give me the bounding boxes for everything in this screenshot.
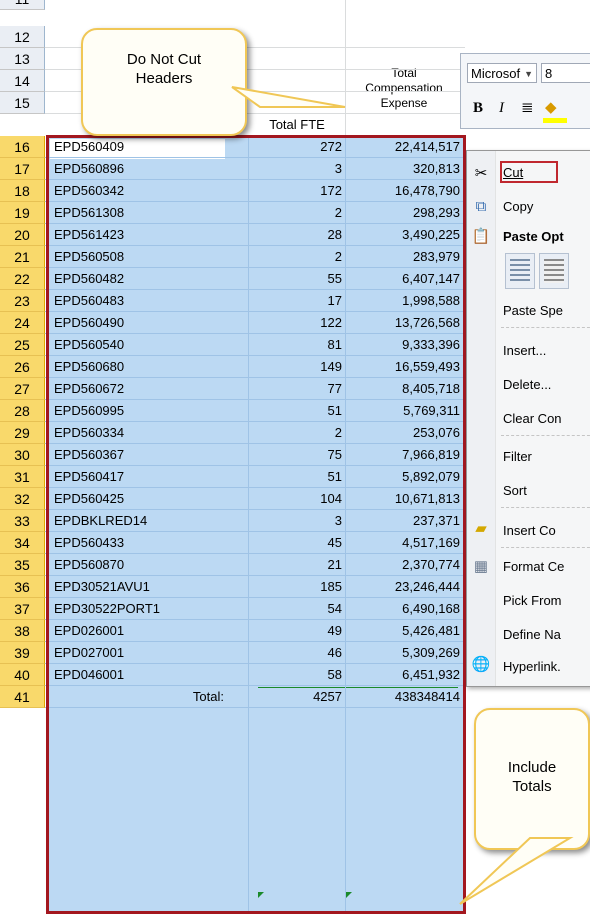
- row-header[interactable]: 30: [0, 444, 45, 466]
- callout-pointer: [231, 86, 346, 108]
- menu-item-clear-contents[interactable]: Clear Con: [503, 409, 562, 429]
- header-line: Compensation: [365, 81, 443, 95]
- row-header[interactable]: 27: [0, 378, 45, 400]
- row-header[interactable]: 13: [0, 48, 45, 70]
- menu-item-sort[interactable]: Sort: [503, 481, 527, 501]
- font-name-box[interactable]: Microsof ▼: [467, 63, 537, 83]
- row-header[interactable]: 31: [0, 466, 45, 488]
- context-menu: ✂ Cut ⧉ Copy 📋 Paste Opt Paste Spe Inser…: [466, 150, 590, 687]
- mini-toolbar: Microsof ▼ 8 B I ≣ ◆: [460, 53, 590, 129]
- error-indicator-icon[interactable]: [258, 892, 264, 898]
- selection-border: [46, 135, 466, 914]
- callout-pointer: [459, 837, 574, 905]
- menu-item-define-name[interactable]: Define Na: [503, 625, 561, 645]
- format-cells-icon: ▦: [473, 558, 489, 575]
- center-align-icon[interactable]: ≣: [521, 98, 534, 118]
- menu-separator: [501, 435, 590, 436]
- cut-highlight: [500, 161, 558, 183]
- font-name: Microsof: [471, 66, 521, 81]
- row-header[interactable]: 20: [0, 224, 45, 246]
- row-header[interactable]: 24: [0, 312, 45, 334]
- paste-icon-lines: [544, 259, 564, 283]
- row-header[interactable]: 18: [0, 180, 45, 202]
- header-line: Expense: [380, 96, 428, 110]
- row-header[interactable]: 35: [0, 554, 45, 576]
- row-header[interactable]: 34: [0, 532, 45, 554]
- row-header[interactable]: 21: [0, 246, 45, 268]
- menu-separator: [501, 327, 590, 328]
- row-header[interactable]: 11: [0, 0, 45, 10]
- menu-item-format-cells[interactable]: Format Ce: [503, 557, 564, 577]
- scissors-icon: ✂: [474, 165, 488, 182]
- callout-include-totals: Include Totals: [474, 708, 590, 850]
- error-indicator-icon[interactable]: [346, 892, 352, 898]
- menu-item-insert[interactable]: Insert...: [503, 341, 546, 361]
- copy-icon: ⧉: [475, 198, 487, 215]
- hyperlink-icon: 🌐: [471, 656, 491, 673]
- row-header[interactable]: 22: [0, 268, 45, 290]
- row-header[interactable]: 38: [0, 620, 45, 642]
- row-header[interactable]: 17: [0, 158, 45, 180]
- callout-text: Do Not Cut: [126, 51, 202, 68]
- paste-values-icon[interactable]: [539, 253, 569, 289]
- callout-text: Include: [507, 759, 557, 776]
- row-header[interactable]: 41: [0, 686, 45, 708]
- menu-item-paste-special[interactable]: Paste Spe: [503, 301, 563, 321]
- menu-item-filter[interactable]: Filter: [503, 447, 532, 467]
- row-header[interactable]: 14: [0, 70, 45, 92]
- row-header[interactable]: 29: [0, 422, 45, 444]
- comment-icon: ▰: [475, 520, 487, 537]
- paste-formatting-icon[interactable]: [505, 253, 535, 289]
- menu-item-insert-comment[interactable]: Insert Co: [503, 521, 556, 541]
- paste-icon-lines: [510, 259, 530, 283]
- paste-icon: 📋: [471, 228, 491, 245]
- menu-separator: [501, 547, 590, 548]
- menu-item-delete[interactable]: Delete...: [503, 375, 551, 395]
- row-header[interactable]: 25: [0, 334, 45, 356]
- row-header[interactable]: 23: [0, 290, 45, 312]
- column-separator: [345, 0, 346, 136]
- font-size: 8: [545, 66, 553, 81]
- row-header[interactable]: 36: [0, 576, 45, 598]
- header-total-fte: Total FTE: [269, 117, 325, 132]
- callout-do-not-cut-headers: Do Not Cut Headers: [81, 28, 247, 136]
- row-header[interactable]: 15: [0, 92, 45, 114]
- row-header[interactable]: 28: [0, 400, 45, 422]
- menu-item-pick-from-list[interactable]: Pick From: [503, 591, 562, 611]
- header-total-compensation: Total Compensation Expense: [350, 66, 458, 111]
- font-size-box[interactable]: 8: [541, 63, 590, 83]
- callout-text: Headers: [135, 70, 193, 87]
- fill-color-icon[interactable]: ◆: [545, 98, 557, 118]
- row-header[interactable]: 12: [0, 26, 45, 48]
- row-header[interactable]: 26: [0, 356, 45, 378]
- row-header[interactable]: 37: [0, 598, 45, 620]
- menu-separator: [501, 507, 590, 508]
- bold-button[interactable]: B: [473, 98, 483, 118]
- row-header[interactable]: 39: [0, 642, 45, 664]
- fill-color-swatch: [543, 118, 567, 123]
- menu-item-hyperlink[interactable]: Hyperlink.: [503, 657, 561, 677]
- italic-button[interactable]: I: [499, 98, 504, 118]
- row-header[interactable]: 33: [0, 510, 45, 532]
- row-header[interactable]: 19: [0, 202, 45, 224]
- chevron-down-icon[interactable]: ▼: [524, 64, 533, 84]
- row-header[interactable]: 16: [0, 136, 45, 158]
- row-header[interactable]: 32: [0, 488, 45, 510]
- row-header[interactable]: 40: [0, 664, 45, 686]
- menu-item-paste-options: Paste Opt: [503, 229, 564, 244]
- callout-text: Totals: [512, 778, 552, 795]
- menu-item-copy[interactable]: Copy: [503, 197, 533, 217]
